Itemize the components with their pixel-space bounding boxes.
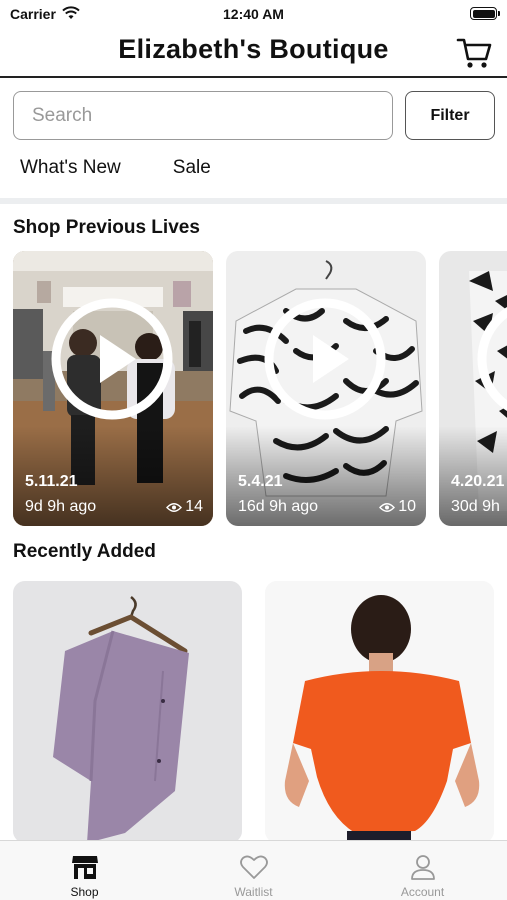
tab-shop[interactable]: Shop: [0, 841, 169, 900]
section-divider: [0, 198, 507, 204]
product-card[interactable]: [13, 581, 242, 843]
tab-waitlist[interactable]: Waitlist: [169, 841, 338, 900]
filter-button[interactable]: Filter: [405, 91, 495, 140]
previous-lives-carousel[interactable]: 5.11.21 9d 9h ago 14 5.4.21 16d 9h ago 1…: [13, 251, 507, 526]
previous-lives-title: Shop Previous Lives: [13, 217, 200, 238]
eye-icon: [379, 502, 396, 512]
heart-icon: [240, 855, 268, 879]
live-date: 4.20.21: [451, 473, 505, 490]
live-date: 5.11.21: [25, 473, 78, 490]
live-card[interactable]: 5.11.21 9d 9h ago 14: [13, 251, 213, 526]
live-ago: 30d 9h: [451, 498, 500, 515]
product-image: [13, 581, 242, 843]
tab-account-label: Account: [400, 885, 445, 899]
tab-shop-label: Shop: [70, 885, 99, 899]
tab-bar: Shop Waitlist Account: [0, 840, 507, 900]
search-input[interactable]: Search: [13, 91, 393, 140]
live-card[interactable]: 4.20.21 30d 9h: [439, 251, 507, 526]
live-views: 14: [166, 498, 203, 516]
search-placeholder: Search: [32, 104, 93, 126]
live-views-count: 10: [398, 498, 416, 515]
eye-icon: [166, 502, 183, 512]
tab-whats-new[interactable]: What's New: [20, 157, 121, 179]
live-ago: 16d 9h ago: [238, 498, 319, 515]
play-icon[interactable]: [50, 297, 174, 421]
live-card[interactable]: 5.4.21 16d 9h ago 10: [226, 251, 426, 526]
live-views-count: 14: [185, 498, 203, 515]
category-tabs: What's New Sale: [20, 157, 211, 179]
play-icon[interactable]: [263, 297, 387, 421]
tab-account[interactable]: Account: [338, 841, 507, 900]
shop-icon: [72, 856, 98, 879]
status-bar: Carrier 12:40 AM: [0, 0, 507, 28]
tab-waitlist-label: Waitlist: [234, 885, 273, 899]
live-date: 5.4.21: [238, 473, 283, 490]
page-title: Elizabeth's Boutique: [118, 34, 389, 64]
account-icon: [411, 855, 435, 880]
product-image: [265, 581, 494, 843]
cart-icon[interactable]: [455, 34, 493, 72]
battery-icon: [470, 7, 500, 20]
recently-added-title: Recently Added: [13, 541, 156, 562]
live-ago: 9d 9h ago: [25, 498, 97, 515]
live-views: 10: [379, 498, 416, 516]
tab-sale[interactable]: Sale: [173, 157, 211, 179]
product-card[interactable]: [265, 581, 494, 843]
navigation-bar: Elizabeth's Boutique: [0, 28, 507, 78]
clock: 12:40 AM: [223, 6, 284, 22]
play-icon[interactable]: [476, 297, 507, 421]
